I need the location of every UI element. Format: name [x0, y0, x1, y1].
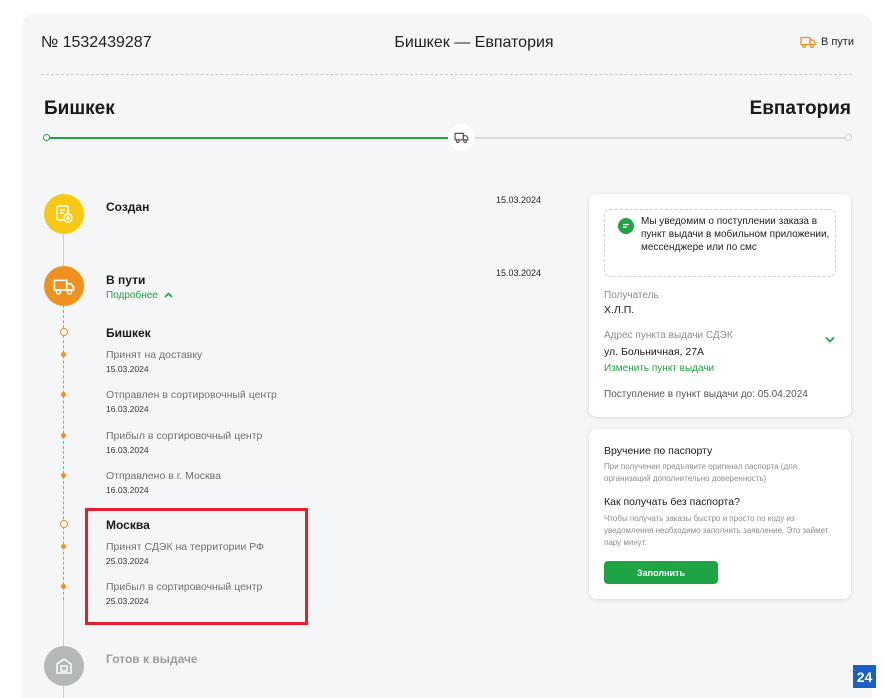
event-name: Принят на доставку: [106, 349, 203, 361]
change-pickup-link[interactable]: Изменить пункт выдачи: [604, 363, 714, 374]
highlight-box: [85, 508, 308, 625]
event-marker: [61, 544, 66, 549]
event-date: 16.03.2024: [106, 485, 149, 495]
event-marker: [61, 352, 66, 357]
truck-icon: [800, 36, 816, 48]
event-marker: [61, 584, 66, 589]
ready-step-title: Готов к выдаче: [106, 652, 198, 666]
event-date: 16.03.2024: [106, 445, 149, 455]
pickup-address-value: ул. Больничная, 27А: [604, 346, 705, 358]
route-title: Бишкек — Евпатория: [394, 34, 554, 51]
route-progress-filled: [46, 137, 448, 139]
city-marker: [60, 328, 68, 336]
chat-icon: [618, 218, 634, 234]
timeline-connector: [63, 230, 64, 270]
event-name: Отправлено в г. Москва: [106, 470, 221, 482]
delivery-info-card: Мы уведомим о поступлении заказа в пункт…: [589, 194, 851, 417]
event-marker: [61, 473, 66, 478]
passport-card: Вручение по паспорту При получении предъ…: [589, 429, 851, 599]
passport-title: Вручение по паспорту: [604, 445, 713, 457]
city-marker: [60, 520, 68, 528]
recipient-label: Получатель: [604, 290, 659, 301]
chevron-down-icon[interactable]: [825, 330, 835, 348]
ready-step-icon: [44, 646, 84, 686]
created-step-title: Создан: [106, 200, 150, 214]
created-step-date: 15.03.2024: [495, 195, 541, 205]
passport-description: При получении предъявите оригинал паспор…: [604, 462, 798, 483]
in-transit-step-icon: [44, 266, 84, 306]
route-progress-remaining: [475, 137, 849, 139]
route-start-marker: [43, 134, 50, 141]
created-step-icon: [44, 194, 84, 234]
event-name: Отправлен в сортировочный центр: [106, 389, 277, 401]
no-passport-description: Чтобы получать заказы быстро и просто по…: [604, 514, 829, 547]
event-date: 15.03.2024: [106, 364, 149, 374]
recipient-value: Х.Л.П.: [604, 304, 635, 316]
notice-text: Мы уведомим о поступлении заказа в пункт…: [641, 216, 830, 253]
order-status: В пути: [800, 36, 854, 48]
header-divider: [41, 74, 852, 75]
no-passport-question: Как получать без паспорта?: [604, 496, 740, 508]
widget-badge[interactable]: 24: [853, 665, 876, 688]
destination-city: Евпатория: [749, 98, 851, 119]
fill-application-button[interactable]: Заполнить: [604, 561, 718, 584]
in-transit-step-title: В пути: [106, 273, 146, 287]
pickup-address-label: Адрес пункта выдачи СДЭК: [604, 330, 733, 341]
in-transit-step-date: 15.03.2024: [495, 268, 541, 278]
route-end-marker: [845, 134, 852, 141]
chevron-up-icon: [164, 290, 173, 301]
event-marker: [61, 392, 66, 397]
order-status-label: В пути: [820, 36, 854, 48]
event-date: 16.03.2024: [106, 404, 149, 414]
event-marker: [61, 433, 66, 438]
details-toggle-label: Подробнее: [106, 290, 158, 301]
notification-notice: Мы уведомим о поступлении заказа в пункт…: [604, 209, 836, 277]
event-name: Прибыл в сортировочный центр: [106, 430, 263, 442]
origin-city: Бишкек: [44, 98, 115, 119]
group-city-bishkek: Бишкек: [106, 326, 151, 340]
route-progress-truck-icon: [448, 124, 475, 151]
details-toggle[interactable]: Подробнее: [106, 290, 173, 301]
arrival-deadline: Поступление в пункт выдачи до: 05.04.202…: [604, 389, 808, 400]
